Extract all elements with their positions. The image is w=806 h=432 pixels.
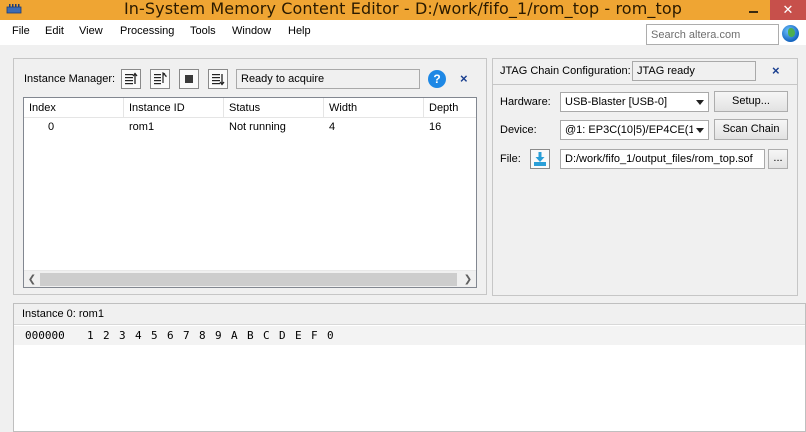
hex-data-row[interactable]: 000000 1 2 3 4 5 6 7 8 9 A B C D E F 0 [14, 326, 805, 345]
globe-icon[interactable] [782, 25, 799, 42]
column-header-width[interactable]: Width [324, 98, 424, 118]
hardware-select[interactable]: USB-Blaster [USB-0] [560, 92, 709, 112]
memory-content-panel: Instance 0: rom1 000000 1 2 3 4 5 6 7 8 … [13, 303, 806, 432]
cell-status: Not running [229, 121, 286, 133]
hardware-value: USB-Blaster [USB-0] [565, 96, 668, 108]
menu-help[interactable]: Help [288, 25, 311, 37]
close-icon: ✕ [782, 2, 794, 17]
hex-column-header: C [263, 329, 270, 342]
search-box [646, 24, 779, 45]
scrollbar-thumb[interactable] [40, 273, 457, 286]
continuous-read-icon [154, 72, 167, 85]
instance-manager-label: Instance Manager: [24, 73, 116, 85]
hex-column-header: 3 [119, 329, 126, 342]
help-icon[interactable]: ? [428, 70, 446, 88]
search-input[interactable] [647, 25, 778, 44]
column-header-depth[interactable]: Depth [424, 98, 476, 118]
minimize-button[interactable] [740, 0, 766, 20]
menu-edit[interactable]: Edit [45, 25, 64, 37]
hex-column-header: 8 [199, 329, 206, 342]
menu-file[interactable]: File [12, 25, 30, 37]
hex-column-header: 1 [87, 329, 94, 342]
menu-processing[interactable]: Processing [120, 25, 174, 37]
stop-button[interactable] [179, 69, 199, 89]
hex-column-header: E [295, 329, 302, 342]
instance-content-title: Instance 0: rom1 [22, 308, 104, 320]
jtag-config-label: JTAG Chain Configuration: [500, 65, 631, 77]
chevron-down-icon [696, 128, 704, 133]
hex-column-header: B [247, 329, 254, 342]
hex-column-header: 7 [183, 329, 190, 342]
jtag-chain-panel: JTAG Chain Configuration: JTAG ready × H… [492, 58, 798, 296]
hex-column-header: 4 [135, 329, 142, 342]
column-header-index[interactable]: Index [24, 98, 124, 118]
hex-column-header: 5 [151, 329, 158, 342]
read-data-button[interactable] [121, 69, 141, 89]
instance-table: Index Instance ID Status Width Depth 0 r… [23, 97, 477, 288]
continuous-read-button[interactable] [150, 69, 170, 89]
jtag-header: JTAG Chain Configuration: JTAG ready × [493, 59, 797, 83]
hex-column-header: D [279, 329, 286, 342]
write-data-icon [212, 74, 225, 86]
horizontal-scrollbar[interactable]: ❮ ❯ [24, 270, 476, 287]
hex-column-header: 0 [327, 329, 334, 342]
hex-column-header: 9 [215, 329, 222, 342]
hex-column-header: A [231, 329, 238, 342]
column-header-instance-id[interactable]: Instance ID [124, 98, 224, 118]
cell-instance-id: rom1 [129, 121, 155, 133]
hex-column-header: 6 [167, 329, 174, 342]
device-label: Device: [500, 124, 537, 136]
hardware-label: Hardware: [500, 96, 551, 108]
setup-button[interactable]: Setup... [714, 91, 788, 112]
instance-manager-panel: Instance Manager: Ready to acquire ? × I… [13, 58, 487, 295]
device-value: @1: EP3C(10|5)/EP4CE(10 [565, 124, 693, 136]
close-window-button[interactable]: ✕ [770, 0, 806, 20]
scan-chain-button[interactable]: Scan Chain [714, 119, 788, 140]
close-panel-icon[interactable]: × [460, 71, 468, 86]
table-row[interactable]: 0 rom1 Not running 4 16 [24, 118, 476, 136]
jtag-status-field: JTAG ready [632, 61, 756, 81]
cell-index: 0 [48, 121, 55, 133]
program-file-button[interactable] [530, 149, 550, 169]
table-header: Index Instance ID Status Width Depth [24, 98, 476, 118]
menu-window[interactable]: Window [232, 25, 271, 37]
chevron-down-icon [696, 100, 704, 105]
device-select[interactable]: @1: EP3C(10|5)/EP4CE(10 [560, 120, 709, 140]
stop-icon [185, 75, 193, 83]
menu-view[interactable]: View [79, 25, 103, 37]
file-label: File: [500, 153, 521, 165]
menu-tools[interactable]: Tools [190, 25, 216, 37]
scroll-left-icon[interactable]: ❮ [25, 273, 39, 286]
hex-column-header: F [311, 329, 318, 342]
cell-width: 4 [329, 121, 336, 133]
hex-column-header: 2 [103, 329, 110, 342]
instance-status-field: Ready to acquire [236, 69, 420, 89]
scroll-right-icon[interactable]: ❯ [461, 273, 475, 286]
write-data-button[interactable] [208, 69, 228, 89]
column-header-status[interactable]: Status [224, 98, 324, 118]
browse-file-button[interactable]: ... [768, 149, 788, 169]
content-header: Instance 0: rom1 [14, 304, 805, 325]
close-jtag-panel-icon[interactable]: × [772, 63, 780, 78]
memory-address: 000000 [25, 329, 65, 342]
title-bar: In-System Memory Content Editor - D:/wor… [0, 0, 806, 20]
menu-bar: File Edit View Processing Tools Window H… [0, 20, 806, 45]
download-file-icon [534, 152, 546, 166]
divider [493, 84, 797, 85]
read-data-icon [125, 72, 138, 85]
window-title: In-System Memory Content Editor - D:/wor… [123, 0, 683, 18]
cell-depth: 16 [429, 121, 442, 133]
file-path-field[interactable]: D:/work/fifo_1/output_files/rom_top.sof [560, 149, 765, 169]
